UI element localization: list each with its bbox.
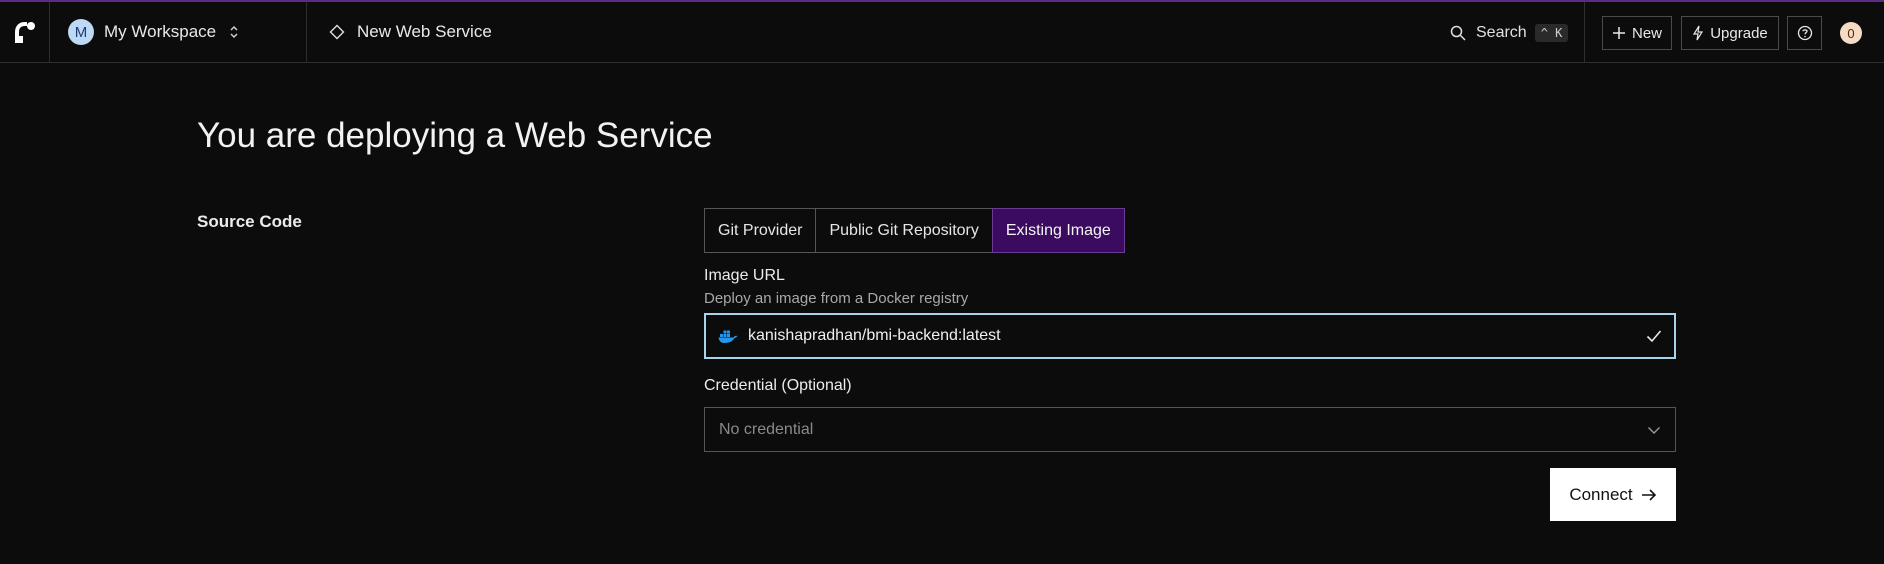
- page-title: You are deploying a Web Service: [197, 116, 713, 155]
- diamond-icon: [329, 24, 345, 40]
- help-icon: [1797, 25, 1812, 41]
- tab-public-git-repository[interactable]: Public Git Repository: [816, 209, 993, 252]
- breadcrumb: New Web Service: [307, 2, 492, 63]
- docker-icon: [718, 330, 738, 343]
- credential-select[interactable]: No credential: [704, 407, 1676, 452]
- connect-button[interactable]: Connect: [1550, 468, 1676, 521]
- tab-existing-image[interactable]: Existing Image: [991, 208, 1125, 253]
- lightning-icon: [1693, 25, 1704, 41]
- connect-button-label: Connect: [1569, 484, 1633, 504]
- breadcrumb-current: New Web Service: [357, 22, 492, 41]
- workspace-name: My Workspace: [104, 22, 217, 41]
- source-tabs: Git Provider Public Git Repository Exist…: [704, 208, 1125, 253]
- notification-badge[interactable]: 0: [1840, 22, 1862, 44]
- image-url-help: Deploy an image from a Docker registry: [704, 290, 969, 307]
- upgrade-button[interactable]: Upgrade: [1681, 16, 1779, 50]
- search-icon: [1450, 25, 1466, 41]
- image-url-label: Image URL: [704, 267, 785, 284]
- chevron-down-icon: [1648, 426, 1660, 434]
- logo[interactable]: [0, 1, 50, 63]
- workspace-switcher[interactable]: M My Workspace: [50, 1, 307, 63]
- image-url-field[interactable]: [704, 313, 1676, 359]
- credential-label: Credential (Optional): [704, 377, 852, 394]
- upgrade-button-label: Upgrade: [1710, 24, 1768, 42]
- plus-icon: [1612, 27, 1625, 39]
- chevron-updown-icon: [230, 25, 238, 39]
- tab-git-provider[interactable]: Git Provider: [705, 209, 817, 252]
- search-shortcut: ^ K: [1534, 23, 1569, 42]
- source-code-label: Source Code: [197, 212, 302, 231]
- header-divider: [1584, 2, 1585, 63]
- arrow-right-icon: [1641, 488, 1656, 501]
- search-button[interactable]: Search ^ K: [1450, 2, 1569, 63]
- search-label: Search: [1476, 23, 1527, 41]
- avatar: M: [68, 19, 94, 45]
- credential-selected: No credential: [719, 420, 814, 438]
- help-button[interactable]: [1787, 16, 1822, 50]
- top-bar: M My Workspace New Web Service Search ^ …: [0, 1, 1884, 63]
- render-logo-icon: [14, 22, 35, 43]
- new-button[interactable]: New: [1602, 16, 1672, 50]
- check-icon: [1646, 330, 1662, 343]
- image-url-input[interactable]: [748, 327, 1628, 345]
- new-button-label: New: [1631, 24, 1662, 42]
